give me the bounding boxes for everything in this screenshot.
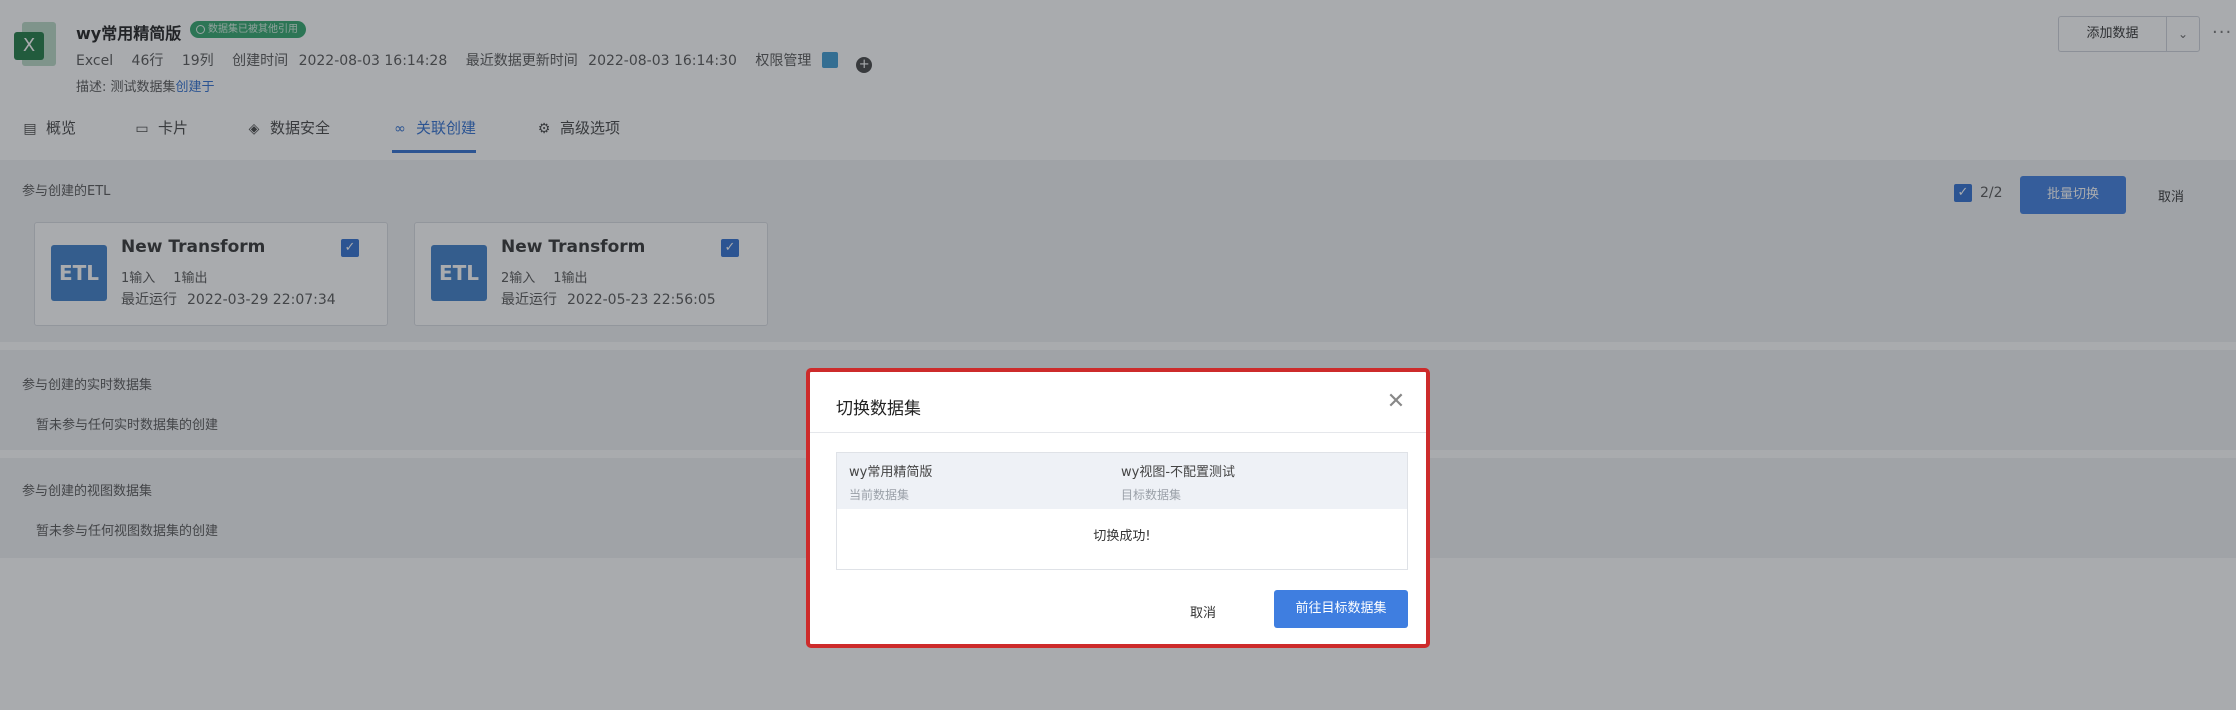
highlight-frame: 切换数据集 ✕ wy常用精简版 当前数据集 wy视图-不配置测试 目标数据集 切… [806, 368, 1430, 648]
target-dataset-column: wy视图-不配置测试 目标数据集 [1121, 461, 1235, 503]
dataset-switch-table: wy常用精简版 当前数据集 wy视图-不配置测试 目标数据集 切换成功! [836, 452, 1408, 570]
target-dataset-label: 目标数据集 [1121, 488, 1182, 502]
target-dataset-name: wy视图-不配置测试 [1121, 465, 1236, 480]
switch-result-text: 切换成功! [1093, 529, 1151, 544]
current-dataset-label: 当前数据集 [849, 488, 910, 502]
close-icon[interactable]: ✕ [1384, 390, 1408, 414]
current-dataset-column: wy常用精简版 当前数据集 [849, 461, 932, 503]
go-to-target-button[interactable]: 前往目标数据集 [1274, 590, 1408, 628]
switch-dataset-dialog: 切换数据集 ✕ wy常用精简版 当前数据集 wy视图-不配置测试 目标数据集 切… [810, 372, 1426, 644]
current-dataset-name: wy常用精简版 [849, 465, 933, 480]
dialog-cancel-button[interactable]: 取消 [1190, 602, 1216, 621]
dialog-title: 切换数据集 [836, 399, 921, 419]
dialog-divider [810, 432, 1426, 433]
table-header: wy常用精简版 当前数据集 wy视图-不配置测试 目标数据集 [837, 453, 1407, 509]
